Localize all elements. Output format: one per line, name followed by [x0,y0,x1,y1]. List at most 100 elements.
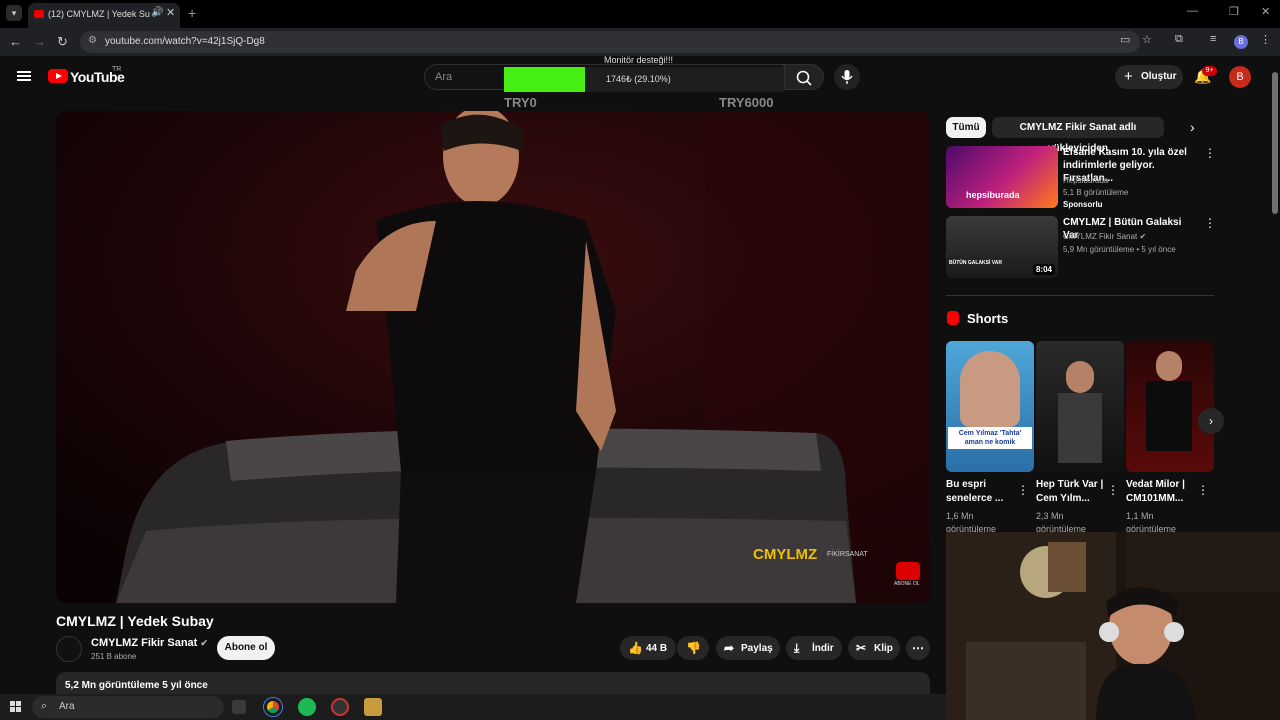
spotify-icon[interactable] [298,698,316,716]
video-frame [56,111,930,603]
app-icon[interactable] [331,698,349,716]
share-icon: ➦ [724,641,735,655]
chip-all[interactable]: Tümü [946,117,986,138]
extensions-icon[interactable]: ⧉ [1175,33,1183,46]
share-label: Paylaş [741,643,773,654]
rec-thumbnail[interactable]: hepsiburada [946,146,1058,208]
sponsored-badge: Sponsorlu [1063,200,1103,209]
voice-search-button[interactable] [834,64,860,90]
short-thumbnail[interactable] [1126,341,1214,472]
tab-search-dropdown-icon[interactable]: ▾ [6,5,22,21]
short-menu-icon[interactable]: ⋮ [1197,483,1209,497]
share-button[interactable]: ➦ Paylaş [716,636,780,660]
browser-menu-icon[interactable]: ⋮ [1260,33,1271,46]
donation-progress-bar: 1746₺ (29.10%) [504,67,784,92]
subscribe-overlay-label: ABONE OL [894,581,920,587]
minimize-icon[interactable]: — [1187,5,1198,17]
reload-icon[interactable]: ↻ [57,34,68,50]
shorts-section-title: Shorts [967,311,1009,326]
rec-thumbnail-text: BÜTÜN GALAKSİ VAR [949,260,1002,266]
donation-progress-fill [504,67,586,92]
shorts-logo-icon [947,311,959,325]
url-text: youtube.com/watch?v=42j1SjQ-Dg8 [105,36,265,47]
channel-name[interactable]: CMYLMZ Fikir Sanat ✔ [91,637,208,649]
short-menu-icon[interactable]: ⋮ [1017,483,1029,497]
taskbar-search-placeholder: Ara [59,701,75,712]
maximize-icon[interactable]: ❐ [1229,5,1239,18]
taskbar-search[interactable]: ⌕ Ara [32,696,224,718]
subscriber-count: 251 B abone [91,652,137,661]
video-player[interactable]: CMYLMZ FİKİRSANAT ABONE OL [56,111,930,603]
chrome-icon[interactable] [264,698,282,716]
rec-menu-icon[interactable]: ⋮ [1204,146,1216,160]
cast-icon[interactable]: ▭ [1120,33,1130,46]
view-count-date: 5,2 Mn görüntüleme 5 yıl önce [65,680,208,691]
channel-avatar[interactable] [56,636,82,662]
short-thumbnail[interactable] [1036,341,1124,472]
browser-toolbar: ← → ↻ ⚙ youtube.com/watch?v=42j1SjQ-Dg8 … [0,28,1280,56]
donation-min-label: TRY0 [504,95,537,110]
shorts-next-button[interactable]: › [1198,408,1224,434]
short-title[interactable]: Hep Türk Var | Cem Yılm... [1036,478,1106,506]
more-actions-button[interactable]: ⋯ [906,636,930,660]
rec-channel-text[interactable]: CMYLMZ Fikir Sanat [1063,232,1137,241]
back-icon[interactable]: ← [9,34,22,49]
channel-name-text[interactable]: CMYLMZ Fikir Sanat [91,637,197,649]
bookmark-star-icon[interactable]: ☆ [1142,33,1152,46]
browser-tab-bar: ▾ (12) CMYLMZ | Yedek Subay 🔊 ✕ + — ❐ ✕ [0,0,1280,28]
short-person-body [1146,381,1192,451]
download-button[interactable]: ⤓ İndir [786,636,842,660]
video-title: CMYLMZ | Yedek Subay [56,613,214,629]
donation-goal-title: Monitör desteği!!! [604,55,674,65]
account-avatar[interactable]: B [1229,66,1251,88]
rec-channel[interactable]: Hepsiburada [1063,176,1108,185]
rec-channel[interactable]: CMYLMZ Fikir Sanat ✔ [1063,232,1146,241]
create-button[interactable]: + Oluştur [1115,65,1183,89]
site-info-icon[interactable]: ⚙ [88,35,97,46]
dislike-button[interactable]: 👎 [677,636,709,660]
tab-close-icon[interactable]: ✕ [166,6,175,19]
address-bar[interactable]: ⚙ youtube.com/watch?v=42j1SjQ-Dg8 [80,31,1140,53]
short-title[interactable]: Bu espri senelerce ... [946,478,1016,506]
like-count: 44 B [646,643,668,654]
windows-taskbar: ⌕ Ara [0,694,946,720]
rec-thumbnail[interactable]: BÜTÜN GALAKSİ VAR 8:04 [946,216,1058,278]
divider [946,295,1214,296]
window-close-icon[interactable]: ✕ [1261,5,1270,18]
speaker-icon[interactable]: 🔊 [151,7,163,18]
search-button[interactable] [784,64,824,90]
chevron-right-icon[interactable]: › [1190,119,1195,135]
new-tab-icon[interactable]: + [188,5,196,21]
league-of-legends-icon[interactable] [364,698,382,716]
thumbs-down-icon: 👎 [686,641,701,655]
browser-tab[interactable]: (12) CMYLMZ | Yedek Subay 🔊 ✕ [28,3,180,28]
plus-icon: + [1124,68,1133,85]
webcam-feed [946,532,1280,720]
short-title[interactable]: Vedat Milor | CM101MM... [1126,478,1196,506]
short-person-body [1058,393,1102,463]
media-icon[interactable]: ≡ [1210,33,1216,45]
short-person-face [1156,351,1182,381]
rec-meta: 5,1 B görüntüleme [1063,188,1129,197]
rec-menu-icon[interactable]: ⋮ [1204,216,1216,230]
browser-profile-avatar[interactable]: B [1234,35,1248,49]
chip-from-uploader[interactable]: CMYLMZ Fikir Sanat adlı yükleyiciden [992,117,1164,154]
like-button[interactable]: 👍 44 B [620,636,676,660]
donation-progress-text: 1746₺ (29.10%) [606,74,671,84]
subscribe-overlay-icon[interactable] [896,562,920,580]
subscribe-button[interactable]: Abone ol [217,636,275,660]
clip-button[interactable]: ✂ Klip [848,636,900,660]
country-code: TR [112,66,122,73]
more-horizontal-icon: ⋯ [912,641,924,655]
youtube-logo-icon[interactable] [48,69,68,83]
windows-start-icon[interactable] [10,701,22,713]
scrollbar-thumb[interactable] [1272,72,1278,214]
short-thumbnail[interactable]: Cem Yılmaz 'Tahta' aman ne komik [946,341,1034,472]
task-view-icon[interactable] [232,700,246,714]
menu-hamburger-icon[interactable] [17,71,31,81]
short-menu-icon[interactable]: ⋮ [1107,483,1119,497]
forward-icon[interactable]: → [33,34,46,49]
video-watermark: CMYLMZ [753,546,818,563]
tab-title: (12) CMYLMZ | Yedek Subay [48,9,150,19]
short-caption: Cem Yılmaz 'Tahta' aman ne komik [948,427,1032,449]
